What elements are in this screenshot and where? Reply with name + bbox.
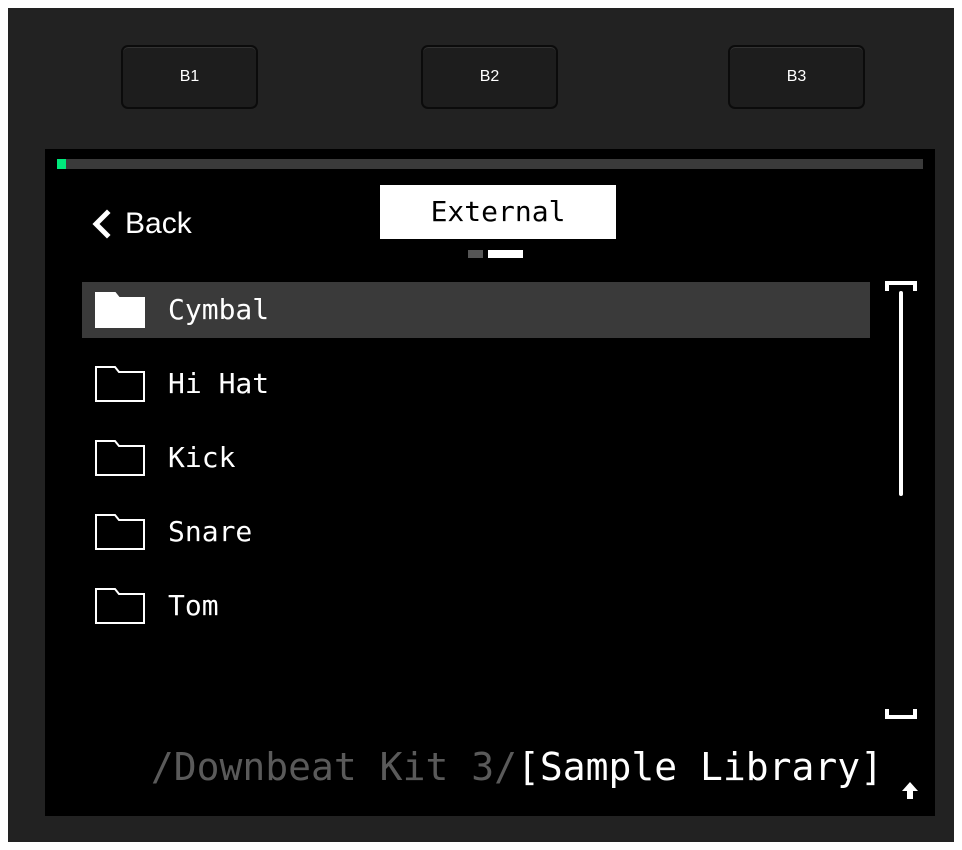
list-item-label: Snare bbox=[168, 515, 253, 548]
list-item-label: Kick bbox=[168, 441, 236, 474]
list-item-label: Cymbal bbox=[168, 293, 270, 326]
page-dot-2 bbox=[488, 250, 523, 258]
back-label: Back bbox=[125, 207, 192, 240]
arrow-up-icon[interactable] bbox=[899, 779, 921, 801]
path-current: [Sample Library] bbox=[516, 745, 883, 789]
b3-button[interactable]: B3 bbox=[728, 45, 865, 109]
folder-outline-icon bbox=[95, 366, 145, 402]
scrollbar-top-cap bbox=[885, 281, 917, 291]
scrollbar-bottom-cap bbox=[885, 709, 917, 719]
scrollbar-thumb[interactable] bbox=[899, 291, 903, 496]
path-breadcrumb: /Downbeat Kit 3/[Sample Library] bbox=[151, 737, 883, 797]
folder-outline-icon bbox=[95, 440, 145, 476]
b1-button[interactable]: B1 bbox=[121, 45, 258, 109]
b2-button[interactable]: B2 bbox=[421, 45, 558, 109]
scrollbar[interactable] bbox=[885, 281, 917, 731]
list-item-tom[interactable]: Tom bbox=[82, 578, 870, 634]
folder-outline-icon bbox=[95, 514, 145, 550]
page-indicator bbox=[468, 250, 523, 258]
list-item-cymbal[interactable]: Cymbal bbox=[82, 282, 870, 338]
folder-outline-icon bbox=[95, 588, 145, 624]
back-button[interactable]: Back bbox=[89, 204, 236, 244]
list-item-kick[interactable]: Kick bbox=[82, 430, 870, 486]
list-item-hi-hat[interactable]: Hi Hat bbox=[82, 356, 870, 412]
location-tab-external[interactable]: External bbox=[380, 185, 616, 239]
page-dot-1 bbox=[468, 250, 483, 258]
path-prefix: /Downbeat Kit 3/ bbox=[150, 745, 517, 789]
folder-filled-icon bbox=[95, 292, 145, 328]
list-item-label: Hi Hat bbox=[168, 367, 270, 400]
progress-bar bbox=[57, 159, 923, 169]
progress-bar-fill bbox=[57, 159, 66, 169]
chevron-left-icon bbox=[92, 209, 111, 239]
list-item-label: Tom bbox=[168, 589, 219, 622]
display-screen: Back External Cymbal Hi Hat Kick Snare T… bbox=[45, 149, 935, 816]
list-item-snare[interactable]: Snare bbox=[82, 504, 870, 560]
device-panel: B1 B2 B3 Back External Cymbal Hi Hat Kic… bbox=[8, 8, 954, 842]
folder-list: Cymbal Hi Hat Kick Snare Tom bbox=[82, 282, 870, 652]
